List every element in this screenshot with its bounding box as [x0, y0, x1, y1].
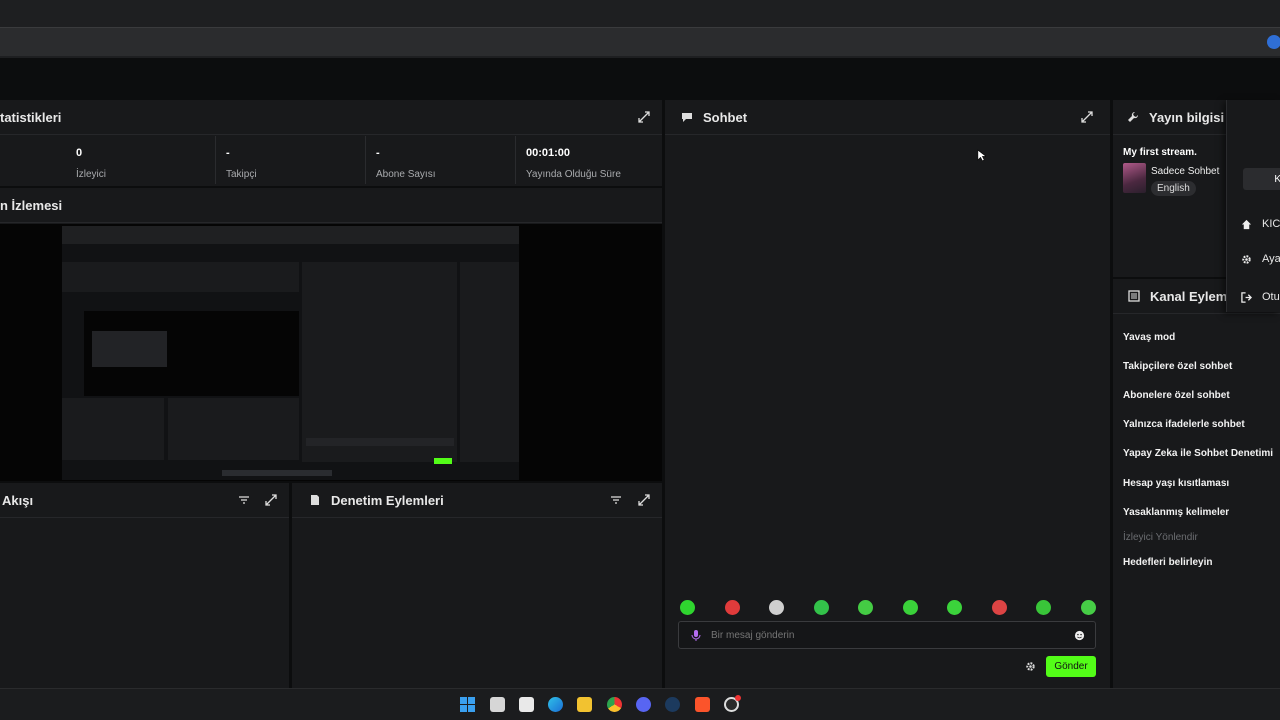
- menu-item-logout[interactable]: Otu: [1241, 291, 1280, 303]
- send-button[interactable]: Gönder: [1046, 656, 1096, 677]
- expand-icon[interactable]: [638, 494, 650, 506]
- emote-3[interactable]: [769, 600, 784, 615]
- send-button-label: Gönder: [1054, 661, 1088, 672]
- language-badge-label: English: [1157, 183, 1190, 194]
- stat-uptime-value: 00:01:00: [526, 147, 571, 159]
- wrench-icon: [1128, 111, 1139, 122]
- menu-item-home-label: KIC: [1262, 218, 1280, 230]
- chat-panel-header: Sohbet: [665, 100, 1110, 135]
- emoji-icon[interactable]: [1074, 630, 1085, 641]
- menu-item-settings-label: Aya: [1262, 253, 1280, 265]
- preview-panel-header: n İzlemesi: [0, 188, 662, 223]
- task-view-icon[interactable]: [490, 697, 505, 712]
- menu-item-home[interactable]: KIC: [1241, 218, 1280, 230]
- list-icon: [1128, 290, 1140, 302]
- stats-panel-title: tatistikleri: [0, 109, 62, 125]
- channel-action-item[interactable]: Yasaklanmış kelimeler: [1123, 507, 1229, 518]
- channel-action-item[interactable]: Yapay Zeka ile Sohbet Denetimi: [1123, 448, 1273, 459]
- calculator-icon[interactable]: [519, 697, 534, 712]
- filter-icon[interactable]: [610, 494, 622, 506]
- stat-subscribers-label: Abone Sayısı: [376, 169, 436, 180]
- channel-action-item[interactable]: Yavaş mod: [1123, 332, 1175, 343]
- notification-dot: [735, 695, 741, 701]
- stream-title: My first stream.: [1123, 147, 1197, 158]
- discord-icon[interactable]: [636, 697, 651, 712]
- channel-action-item[interactable]: Yalnızca ifadelerle sohbet: [1123, 419, 1245, 430]
- home-icon: [1241, 219, 1252, 229]
- chat-message-input[interactable]: [711, 627, 1051, 643]
- user-menu-top-button-label: K: [1274, 173, 1280, 185]
- stats-panel: tatistikleri 0 İzleyici - Takipçi - Abon…: [0, 100, 662, 186]
- edge-browser-icon[interactable]: [548, 697, 563, 712]
- channel-action-item[interactable]: Hedefleri belirleyin: [1123, 557, 1212, 568]
- file-explorer-icon[interactable]: [577, 697, 592, 712]
- expand-icon[interactable]: [638, 111, 650, 123]
- steam-icon[interactable]: [665, 697, 680, 712]
- chat-input-box[interactable]: [678, 621, 1096, 649]
- expand-icon[interactable]: [1081, 111, 1093, 123]
- expand-icon[interactable]: [265, 494, 277, 506]
- filter-icon[interactable]: [238, 494, 250, 506]
- windows-start-icon[interactable]: [460, 697, 475, 712]
- logout-icon: [1241, 291, 1252, 303]
- mod-actions-panel: Denetim Eylemleri: [292, 483, 662, 688]
- gear-icon: [1242, 254, 1251, 264]
- stat-followers-value: -: [226, 147, 230, 159]
- emote-4[interactable]: [814, 600, 829, 615]
- mouse-cursor-icon: [977, 149, 986, 162]
- user-dropdown-menu: K: [1226, 100, 1280, 312]
- stat-uptime: 00:01:00 Yayında Olduğu Süre: [516, 136, 662, 184]
- stat-subscribers-value: -: [376, 147, 380, 159]
- emote-9[interactable]: [1036, 600, 1051, 615]
- activity-feed-panel: Akışı: [0, 483, 289, 688]
- address-bar[interactable]: [0, 27, 1280, 56]
- emote-7[interactable]: [947, 600, 962, 615]
- emote-1[interactable]: [680, 600, 695, 615]
- chat-bubble-icon: [682, 113, 692, 122]
- stat-followers: - Takipçi: [216, 136, 366, 184]
- channel-action-item[interactable]: Takipçilere özel sohbet: [1123, 361, 1232, 372]
- menu-item-settings[interactable]: Aya: [1241, 253, 1280, 265]
- chat-panel-title: Sohbet: [703, 109, 748, 125]
- category-name: Sadece Sohbet: [1151, 166, 1220, 177]
- mod-actions-panel-header: Denetim Eylemleri: [292, 483, 662, 518]
- browser-extension-icon[interactable]: [1267, 35, 1280, 49]
- activity-panel-header: Akışı: [0, 483, 289, 518]
- chat-settings-gear-icon[interactable]: [1025, 661, 1036, 672]
- channel-action-item: İzleyici Yönlendir: [1123, 532, 1198, 543]
- stat-followers-label: Takipçi: [226, 169, 257, 180]
- menu-item-logout-label: Otu: [1262, 291, 1280, 303]
- stat-subscribers: - Abone Sayısı: [366, 136, 516, 184]
- channel-action-item[interactable]: Abonelere özel sohbet: [1123, 390, 1230, 401]
- chrome-icon[interactable]: [607, 697, 622, 712]
- emote-6[interactable]: [903, 600, 918, 615]
- stream-preview-video[interactable]: [62, 226, 519, 480]
- stream-info-title: Yayın bilgisi: [1149, 109, 1225, 125]
- language-badge: English: [1151, 181, 1196, 196]
- channel-action-item[interactable]: Hesap yaşı kısıtlaması: [1123, 478, 1229, 489]
- activity-panel-title: Akışı: [2, 492, 34, 508]
- emote-10[interactable]: [1081, 600, 1096, 615]
- emote-2[interactable]: [725, 600, 740, 615]
- brave-icon[interactable]: [695, 697, 710, 712]
- emote-5[interactable]: [858, 600, 873, 615]
- category-thumbnail: [1123, 163, 1146, 193]
- user-menu-top-button[interactable]: K: [1243, 168, 1280, 190]
- document-icon: [311, 495, 319, 505]
- stat-uptime-label: Yayında Olduğu Süre: [526, 169, 621, 180]
- preview-panel-title: n İzlemesi: [0, 197, 63, 213]
- emote-8[interactable]: [992, 600, 1007, 615]
- mod-actions-panel-title: Denetim Eylemleri: [331, 492, 444, 508]
- stat-viewers-value: 0: [76, 147, 83, 159]
- stat-viewers-label: İzleyici: [76, 169, 107, 180]
- stream-preview-panel: n İzlemesi: [0, 188, 662, 481]
- stat-viewers: 0 İzleyici: [66, 136, 216, 184]
- microphone-icon[interactable]: [690, 629, 702, 641]
- channel-actions-title: Kanal Eylemle: [1150, 288, 1239, 304]
- stats-panel-header: tatistikleri: [0, 100, 662, 135]
